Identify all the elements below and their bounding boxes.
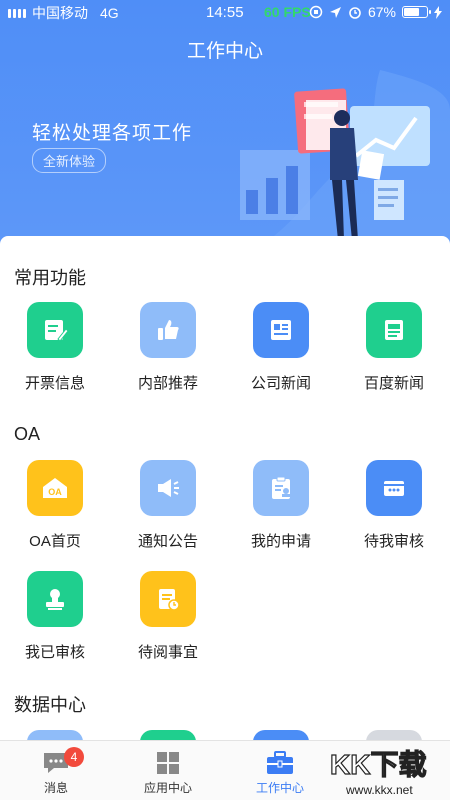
document-clock-icon: [140, 571, 196, 627]
app-invoice-info[interactable]: 开票信息: [5, 302, 105, 393]
alarm-icon: [349, 7, 361, 19]
message-icon: [0, 741, 112, 775]
header-banner: 中国移动 4G 14:55 60 FPS 67% 工作中心 轻松处理各项工作 全…: [0, 0, 450, 260]
status-bar: 中国移动 4G 14:55 60 FPS 67%: [0, 0, 450, 26]
data-app-icon[interactable]: [27, 730, 83, 740]
tab-work-center[interactable]: 工作中心: [224, 741, 336, 796]
tab-label: 消息: [43, 781, 68, 795]
app-company-news[interactable]: 公司新闻: [231, 302, 331, 393]
svg-text:OA: OA: [48, 487, 62, 497]
megaphone-icon: [140, 460, 196, 516]
app-label: 待我审核: [363, 533, 424, 550]
news-icon: [253, 302, 309, 358]
tab-messages[interactable]: 4 消息: [0, 741, 112, 796]
app-pending-review[interactable]: 待我审核: [344, 460, 444, 551]
briefcase-icon: [224, 741, 336, 775]
app-reviewed[interactable]: 我已审核: [5, 571, 105, 662]
tab-app-center[interactable]: 应用中心: [112, 741, 224, 796]
carrier-label: 中国移动: [32, 5, 88, 21]
battery-icon: [402, 6, 431, 18]
app-label: 我的申请: [250, 533, 311, 550]
tab-label: 应用中心: [143, 781, 192, 795]
newspaper-icon: [366, 302, 422, 358]
page-title: 工作中心: [186, 41, 263, 62]
section-title-data: 数据中心: [14, 695, 86, 715]
grid-icon: [112, 741, 224, 775]
svg-text:KK下载: KK下载: [330, 749, 426, 780]
app-label: 通知公告: [137, 533, 198, 550]
app-internal-referral[interactable]: 内部推荐: [118, 302, 218, 393]
app-label: 待阅事宜: [137, 644, 198, 661]
app-label: 我已审核: [24, 644, 85, 661]
app-to-read[interactable]: 待阅事宜: [118, 571, 218, 662]
signal-icon: [8, 8, 26, 18]
data-app-icon[interactable]: [366, 730, 422, 740]
section-title-oa: OA: [14, 424, 41, 444]
data-app-icon[interactable]: [140, 730, 196, 740]
location-icon: [329, 6, 341, 18]
clock: 14:55: [206, 4, 244, 21]
app-label: 百度新闻: [363, 375, 424, 392]
unread-badge: 4: [64, 747, 84, 767]
app-notice[interactable]: 通知公告: [118, 460, 218, 551]
svg-text:www.kkx.net: www.kkx.net: [345, 783, 413, 797]
battery-percent: 67%: [367, 4, 396, 20]
card-icon: [366, 460, 422, 516]
section-title-common: 常用功能: [14, 268, 86, 288]
thumbs-up-icon: [140, 302, 196, 358]
stamp-icon: [27, 571, 83, 627]
content-card: 常用功能 开票信息 内部推荐 公司新闻 百度新闻 OA OA OA首页 通知公告…: [0, 236, 450, 740]
app-oa-home[interactable]: OA OA首页: [5, 460, 105, 551]
banner-headline: 轻松处理各项工作: [32, 123, 193, 144]
watermark-logo: KK下载 www.kkx.net: [324, 740, 442, 800]
app-baidu-news[interactable]: 百度新闻: [344, 302, 444, 393]
network-label: 4G: [100, 5, 119, 21]
banner-illustration: [230, 70, 450, 260]
tab-label: 工作中心: [255, 781, 304, 795]
app-label: 公司新闻: [250, 375, 311, 392]
app-my-application[interactable]: 我的申请: [231, 460, 331, 551]
banner-tag[interactable]: 全新体验: [32, 148, 107, 173]
app-label: OA首页: [29, 533, 81, 550]
data-app-icon[interactable]: [253, 730, 309, 740]
invoice-icon: [27, 302, 83, 358]
orientation-lock-icon: [309, 5, 323, 19]
fps-counter: 60 FPS: [264, 4, 311, 20]
app-label: 开票信息: [24, 375, 85, 392]
app-label: 内部推荐: [137, 375, 198, 392]
oa-home-icon: OA: [27, 460, 83, 516]
charging-icon: [434, 5, 442, 19]
clipboard-user-icon: [253, 460, 309, 516]
